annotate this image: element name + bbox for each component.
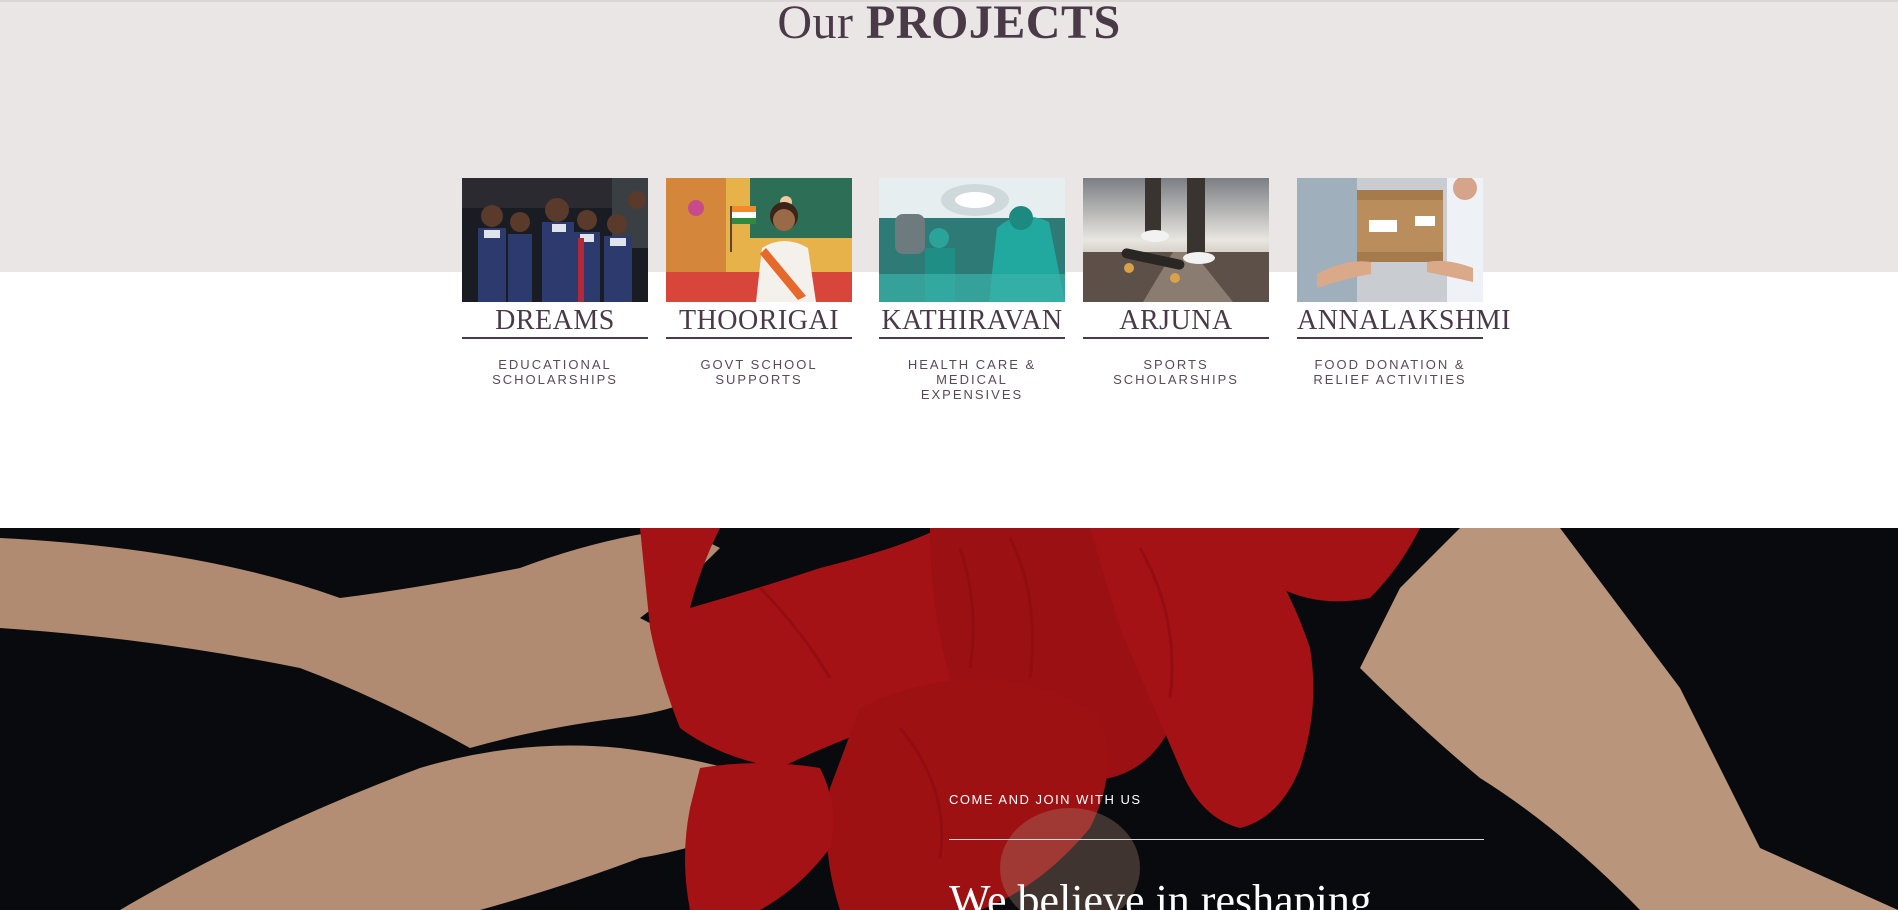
project-description: SPORTS SCHOLARSHIPS <box>1113 357 1239 387</box>
girl-with-flag-photo[interactable] <box>666 178 852 302</box>
project-name[interactable]: THOORIGAI <box>666 306 852 339</box>
project-card-thoorigai[interactable]: THOORIGAI GOVT SCHOOL SUPPORTS <box>666 178 852 387</box>
red-painted-hands-photo <box>0 528 1898 910</box>
project-description: FOOD DONATION & RELIEF ACTIVITIES <box>1313 357 1467 387</box>
heading-light-word: Our <box>777 0 854 49</box>
join-kicker: COME AND JOIN WITH US <box>949 792 1142 807</box>
surgery-room-photo[interactable] <box>879 178 1065 302</box>
join-headline: We believe in reshaping <box>949 876 1372 910</box>
project-card-kathiravan[interactable]: KATHIRAVAN HEALTH CARE & MEDICAL EXPENSI… <box>879 178 1065 402</box>
project-name[interactable]: ANNALAKSHMI <box>1297 306 1510 339</box>
divider <box>949 839 1484 840</box>
school-children-photo[interactable] <box>462 178 648 302</box>
project-name[interactable]: KATHIRAVAN <box>879 306 1065 339</box>
food-box-photo[interactable] <box>1297 178 1483 302</box>
section-heading: Our PROJECTS <box>0 0 1898 49</box>
project-name[interactable]: ARJUNA <box>1083 306 1269 339</box>
join-section: COME AND JOIN WITH US We believe in resh… <box>0 528 1898 910</box>
project-description: GOVT SCHOOL SUPPORTS <box>700 357 818 387</box>
project-description: HEALTH CARE & MEDICAL EXPENSIVES <box>907 357 1037 402</box>
skateboard-photo[interactable] <box>1083 178 1269 302</box>
project-description: EDUCATIONAL SCHOLARSHIPS <box>492 357 618 387</box>
project-card-annalakshmi[interactable]: ANNALAKSHMI FOOD DONATION & RELIEF ACTIV… <box>1297 178 1510 387</box>
project-name[interactable]: DREAMS <box>462 306 648 339</box>
project-card-dreams[interactable]: DREAMS EDUCATIONAL SCHOLARSHIPS <box>462 178 648 387</box>
heading-bold-word: PROJECTS <box>865 0 1121 49</box>
project-card-arjuna[interactable]: ARJUNA SPORTS SCHOLARSHIPS <box>1083 178 1269 387</box>
